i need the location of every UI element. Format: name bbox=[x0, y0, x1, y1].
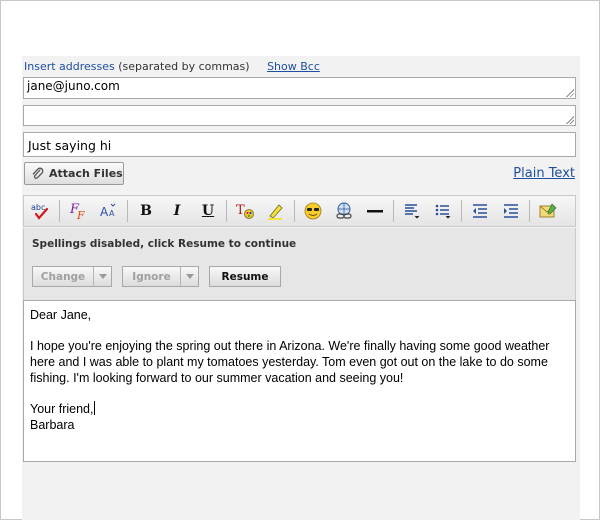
insert-addresses-link[interactable]: Insert addresses bbox=[24, 60, 115, 73]
outdent-icon bbox=[473, 204, 487, 218]
stationery-button[interactable] bbox=[535, 199, 561, 223]
resize-grip-icon[interactable] bbox=[565, 88, 574, 97]
spellcheck-button[interactable]: abc bbox=[28, 199, 54, 223]
toolbar-separator bbox=[393, 200, 394, 222]
font-size-icon: A A bbox=[100, 203, 116, 219]
message-closing: Your friend, bbox=[30, 402, 94, 416]
subject-field[interactable]: Just saying hi bbox=[23, 132, 576, 157]
change-label: Change bbox=[40, 270, 86, 283]
font-family-icon: F F bbox=[69, 202, 85, 221]
separator-hint: (separated by commas) bbox=[118, 60, 250, 73]
paperclip-icon bbox=[32, 167, 44, 179]
italic-icon: I bbox=[173, 203, 181, 219]
toolbar-separator bbox=[529, 200, 530, 222]
spellcheck-message: Spellings disabled, click Resume to cont… bbox=[32, 238, 297, 250]
ignore-label: Ignore bbox=[132, 270, 171, 283]
indent-icon bbox=[504, 204, 518, 218]
attach-files-button[interactable]: Attach Files bbox=[24, 162, 124, 185]
highlight-button[interactable] bbox=[263, 199, 289, 223]
attach-files-label: Attach Files bbox=[49, 167, 123, 180]
toolbar-separator bbox=[127, 200, 128, 222]
subject-value: Just saying hi bbox=[28, 138, 112, 153]
change-dropdown[interactable]: Change bbox=[32, 266, 112, 287]
toolbar-separator bbox=[59, 200, 60, 222]
message-greeting: Dear Jane, bbox=[30, 308, 92, 322]
text-color-icon: T bbox=[236, 203, 254, 219]
cc-field[interactable] bbox=[23, 105, 576, 126]
bold-icon: B bbox=[140, 203, 152, 219]
spellcheck-panel: Spellings disabled, click Resume to cont… bbox=[23, 228, 576, 300]
bold-button[interactable]: B bbox=[133, 199, 159, 223]
highlighter-icon bbox=[268, 204, 283, 220]
italic-button[interactable]: I bbox=[164, 199, 190, 223]
underline-icon: U bbox=[201, 203, 215, 219]
resume-label: Resume bbox=[221, 270, 269, 283]
bullet-list-icon bbox=[435, 204, 451, 219]
link-globe-icon bbox=[336, 202, 352, 219]
bullet-list-button[interactable] bbox=[430, 199, 456, 223]
horizontal-rule-button[interactable] bbox=[362, 199, 388, 223]
chevron-down-icon bbox=[180, 267, 198, 286]
svg-text:A: A bbox=[109, 209, 115, 218]
svg-text:T: T bbox=[236, 203, 245, 218]
spellcheck-icon: abc bbox=[31, 203, 49, 220]
address-header: Insert addresses (separated by commas) S… bbox=[24, 60, 320, 74]
show-bcc-link[interactable]: Show Bcc bbox=[267, 60, 320, 73]
plain-text-link[interactable]: Plain Text bbox=[513, 166, 575, 181]
font-family-button[interactable]: F F bbox=[65, 199, 91, 223]
underline-button[interactable]: U bbox=[195, 199, 221, 223]
toolbar-separator bbox=[226, 200, 227, 222]
outdent-button[interactable] bbox=[467, 199, 493, 223]
text-caret bbox=[94, 401, 96, 415]
ignore-dropdown[interactable]: Ignore bbox=[122, 266, 199, 287]
svg-text:F: F bbox=[76, 209, 85, 221]
resize-grip-icon[interactable] bbox=[565, 115, 574, 124]
to-field[interactable]: jane@juno.com bbox=[23, 77, 576, 99]
toolbar-separator bbox=[461, 200, 462, 222]
horizontal-rule-icon bbox=[367, 210, 383, 213]
align-button[interactable] bbox=[399, 199, 425, 223]
toolbar-separator bbox=[294, 200, 295, 222]
font-size-button[interactable]: A A bbox=[96, 199, 122, 223]
chevron-down-icon bbox=[93, 267, 111, 286]
emoticon-button[interactable] bbox=[300, 199, 326, 223]
message-signature: Barbara bbox=[30, 418, 75, 432]
indent-button[interactable] bbox=[498, 199, 524, 223]
smiley-sunglasses-icon bbox=[304, 202, 322, 220]
align-left-icon bbox=[405, 204, 420, 219]
message-body-editor[interactable]: Dear Jane, I hope you're enjoying the sp… bbox=[23, 300, 576, 462]
svg-text:A: A bbox=[100, 205, 109, 219]
message-paragraph: I hope you're enjoying the spring out th… bbox=[30, 339, 550, 385]
svg-text:abc: abc bbox=[31, 203, 45, 212]
insert-link-button[interactable] bbox=[331, 199, 357, 223]
to-field-value: jane@juno.com bbox=[27, 79, 120, 93]
resume-button[interactable]: Resume bbox=[209, 266, 281, 287]
stationery-icon bbox=[539, 203, 557, 218]
format-toolbar: abc F F A A B I U T bbox=[23, 195, 576, 227]
text-color-button[interactable]: T bbox=[232, 199, 258, 223]
